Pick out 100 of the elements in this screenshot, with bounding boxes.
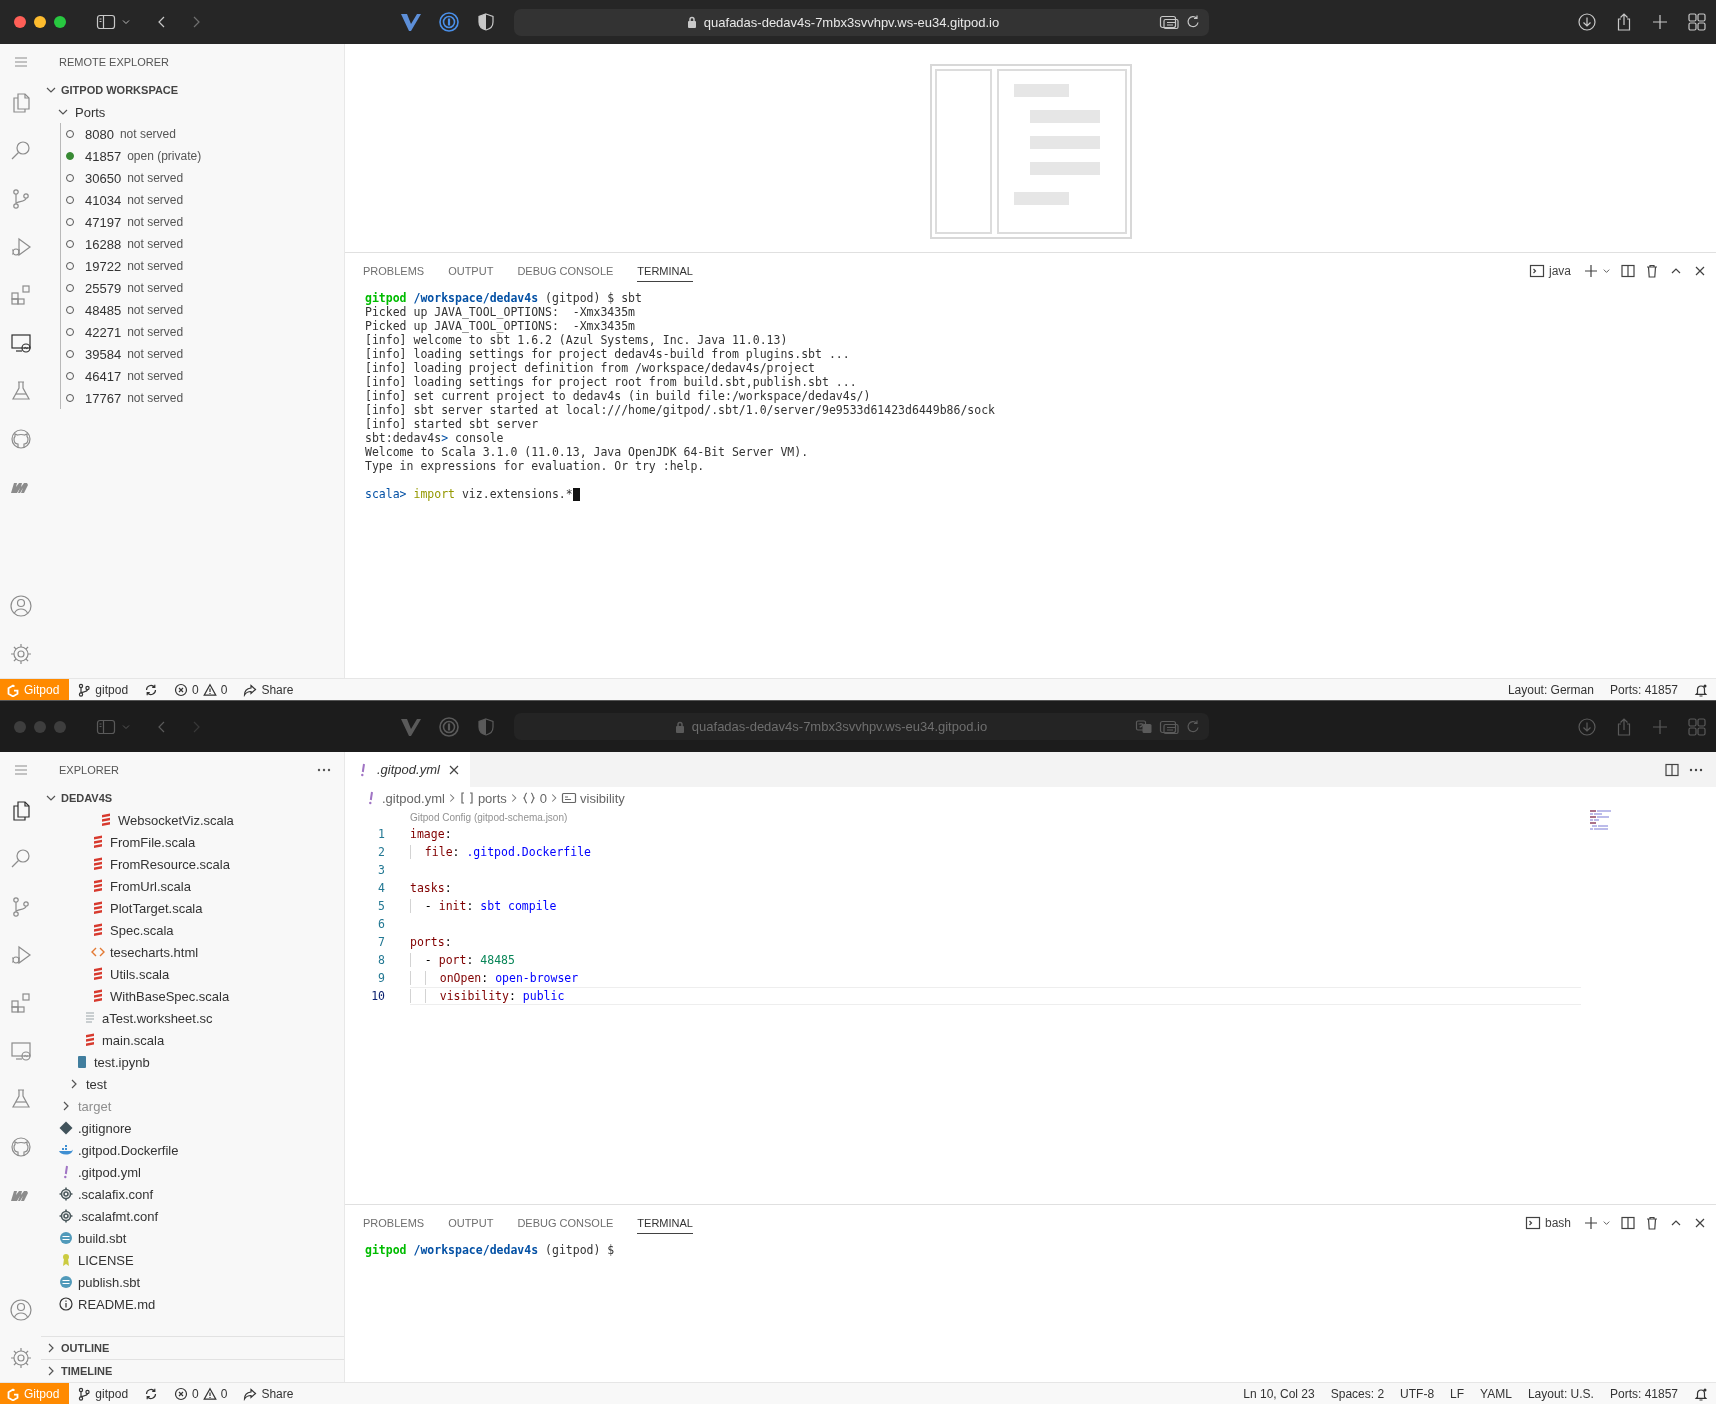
- section-header[interactable]: GITPOD WORKSPACE: [41, 79, 344, 101]
- port-number[interactable]: 41034: [85, 192, 122, 208]
- problems-button[interactable]: 0 0: [166, 682, 236, 697]
- file-item[interactable]: .gitpod.Dockerfile: [41, 1139, 344, 1161]
- settings-icon[interactable]: [8, 642, 33, 666]
- split-editor-icon[interactable]: [1664, 761, 1680, 778]
- section-header[interactable]: OUTLINE: [41, 1337, 344, 1359]
- remote-monitor-icon[interactable]: [8, 331, 33, 355]
- bell-icon[interactable]: [1694, 682, 1708, 697]
- terminal-area[interactable]: gitpod /workspace/dedav4s (gitpod) $: [345, 1240, 1716, 1382]
- file-item[interactable]: .scalafmt.conf: [41, 1205, 344, 1227]
- tree-group-item[interactable]: Ports: [41, 101, 344, 123]
- file-item[interactable]: Spec.scala: [41, 919, 344, 941]
- trash-icon[interactable]: [1644, 1214, 1660, 1231]
- breadcrumb-item[interactable]: visibility: [561, 790, 625, 806]
- file-item[interactable]: build.sbt: [41, 1227, 344, 1249]
- share-button[interactable]: Share: [235, 1386, 302, 1401]
- panel-tab[interactable]: TERMINAL: [637, 1211, 693, 1234]
- file-item[interactable]: WithBaseSpec.scala: [41, 985, 344, 1007]
- status-item[interactable]: YAML: [1472, 1386, 1520, 1401]
- port-number[interactable]: 30650: [85, 170, 122, 186]
- file-item[interactable]: main.scala: [41, 1029, 344, 1051]
- v-shaped-logo-icon[interactable]: [400, 716, 422, 737]
- v-shaped-logo-icon[interactable]: [400, 12, 422, 32]
- status-item[interactable]: Ports: 41857: [1601, 1386, 1686, 1401]
- ring-logo-icon[interactable]: [438, 11, 460, 33]
- port-number[interactable]: 17767: [85, 390, 122, 406]
- extensions-icon[interactable]: [8, 283, 33, 307]
- file-item[interactable]: FromFile.scala: [41, 831, 344, 853]
- section-header[interactable]: DEDAV4S: [41, 787, 344, 809]
- share-icon[interactable]: [1615, 12, 1633, 32]
- panel-tab[interactable]: DEBUG CONSOLE: [517, 259, 614, 282]
- breadcrumb-item[interactable]: .gitpod.yml: [363, 790, 445, 806]
- status-item[interactable]: Layout: German: [1499, 682, 1602, 697]
- file-item[interactable]: LICENSE: [41, 1249, 344, 1271]
- panel-tab[interactable]: OUTPUT: [448, 259, 494, 282]
- window-control-close-button[interactable]: [14, 16, 26, 28]
- folder-item[interactable]: test: [41, 1073, 344, 1095]
- reader-icon[interactable]: [1159, 14, 1179, 30]
- terminal-selector[interactable]: java: [1529, 262, 1571, 279]
- file-item[interactable]: publish.sbt: [41, 1271, 344, 1293]
- window-control-maximize-button[interactable]: [54, 16, 66, 28]
- port-number[interactable]: 48485: [85, 302, 122, 318]
- file-item[interactable]: aTest.worksheet.sc: [41, 1007, 344, 1029]
- window-control-minimize-button[interactable]: [34, 16, 46, 28]
- trash-icon[interactable]: [1644, 262, 1660, 279]
- split-terminal-icon[interactable]: [1620, 262, 1636, 279]
- shield-icon[interactable]: [476, 12, 496, 32]
- port-number[interactable]: 41857: [85, 148, 122, 164]
- branch-button[interactable]: gitpod: [69, 682, 137, 697]
- port-number[interactable]: 46417: [85, 368, 122, 384]
- cat-circle-icon[interactable]: [8, 1135, 33, 1159]
- breadcrumb-item[interactable]: 0: [520, 790, 547, 806]
- branch-button[interactable]: gitpod: [69, 1386, 137, 1401]
- port-number[interactable]: 19722: [85, 258, 122, 274]
- terminal-selector[interactable]: bash: [1524, 1214, 1571, 1231]
- status-item[interactable]: LF: [1442, 1386, 1473, 1401]
- share-button[interactable]: Share: [235, 682, 302, 697]
- file-item[interactable]: .gitignore: [41, 1117, 344, 1139]
- sidebar-toggle-icon[interactable]: [96, 13, 116, 31]
- breadcrumb-item[interactable]: ports: [458, 790, 507, 806]
- bell-icon[interactable]: [1694, 1386, 1708, 1401]
- status-item[interactable]: Layout: U.S.: [1519, 1386, 1602, 1401]
- account-icon[interactable]: [8, 1298, 33, 1322]
- reload-icon[interactable]: [1185, 14, 1201, 30]
- settings-icon[interactable]: [8, 1346, 33, 1370]
- file-item[interactable]: .scalafix.conf: [41, 1183, 344, 1205]
- port-number[interactable]: 8080: [85, 126, 114, 142]
- file-item[interactable]: README.md: [41, 1293, 344, 1315]
- ring-logo-icon[interactable]: [438, 715, 460, 738]
- file-item[interactable]: tesecharts.html: [41, 941, 344, 963]
- split-terminal-icon[interactable]: [1620, 1214, 1636, 1231]
- port-number[interactable]: 16288: [85, 236, 122, 252]
- file-item[interactable]: test.ipynb: [41, 1051, 344, 1073]
- port-number[interactable]: 42271: [85, 324, 122, 340]
- sync-icon[interactable]: [144, 1386, 159, 1401]
- section-header[interactable]: TIMELINE: [41, 1360, 344, 1382]
- port-number[interactable]: 47197: [85, 214, 122, 230]
- address-field[interactable]: quafadas-dedav4s-7mbx3svvhpv.ws-eu34.gitpod.io: [514, 8, 1209, 36]
- status-item[interactable]: UTF-8: [1392, 1386, 1443, 1401]
- cat-circle-icon[interactable]: [8, 427, 33, 451]
- sync-icon[interactable]: [144, 682, 159, 697]
- panel-tab[interactable]: TERMINAL: [637, 259, 693, 282]
- panel-tab[interactable]: PROBLEMS: [363, 1211, 425, 1234]
- port-number[interactable]: 25579: [85, 280, 122, 296]
- file-item[interactable]: FromResource.scala: [41, 853, 344, 875]
- account-icon[interactable]: [8, 594, 33, 618]
- status-item[interactable]: Ln 10, Col 23: [1235, 1386, 1323, 1401]
- tab-overview-icon[interactable]: [1687, 12, 1707, 32]
- sidebar-toggle-icon[interactable]: [96, 717, 116, 736]
- editor-tab[interactable]: .gitpod.yml: [345, 752, 470, 787]
- extensions-icon[interactable]: [8, 991, 33, 1015]
- panel-tab[interactable]: PROBLEMS: [363, 259, 425, 282]
- plus-icon[interactable]: [1583, 262, 1599, 279]
- translate-icon[interactable]: [1135, 718, 1153, 735]
- panel-tab[interactable]: OUTPUT: [448, 1211, 494, 1234]
- file-item[interactable]: PlotTarget.scala: [41, 897, 344, 919]
- status-item[interactable]: Ports: 41857: [1601, 682, 1686, 697]
- file-item[interactable]: WebsocketViz.scala: [41, 809, 344, 831]
- status-item[interactable]: Spaces: 2: [1322, 1386, 1393, 1401]
